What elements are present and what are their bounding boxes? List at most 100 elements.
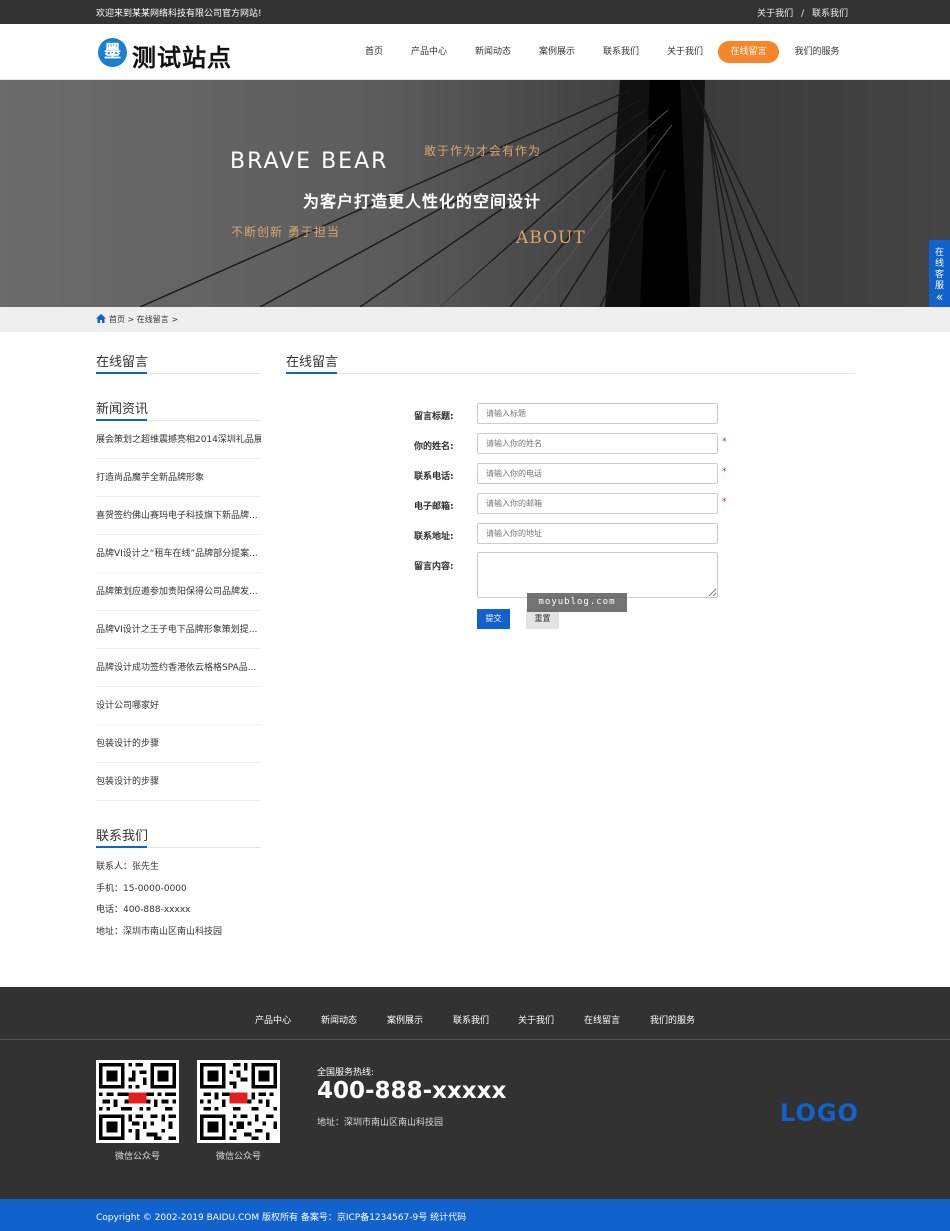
contact-address: 地址：深圳市南山区南山科技园 [96, 926, 223, 937]
contact-person: 联系人：张先生 [96, 862, 160, 872]
main-section-title: 在线留言 [286, 332, 855, 374]
news-item[interactable]: 品牌VI设计之王子电下品牌形象策划提... [96, 611, 261, 649]
top-links: 关于我们 / 联系我们 [757, 6, 848, 19]
banner-about: ABOUT [516, 228, 586, 248]
top-bar: 欢迎来到某某网络科技有限公司官方网站! 关于我们 / 联系我们 [0, 0, 950, 24]
nav-item-products[interactable]: 产品中心 [405, 41, 453, 63]
footer-nav-products[interactable]: 产品中心 [255, 1013, 291, 1026]
address-input[interactable] [477, 523, 718, 544]
nav-item-home[interactable]: 首页 [355, 41, 393, 63]
title-underline [96, 419, 147, 421]
page-title: 在线留言 [286, 355, 339, 370]
service-char-2: 线 [934, 259, 944, 269]
news-item[interactable]: 包装设计的步骤 [96, 725, 261, 763]
footer-nav-contact[interactable]: 联系我们 [453, 1013, 489, 1026]
main-nav: 首页 产品中心 新闻动态 案例展示 联系我们 关于我们 在线留言 我们的服务 [0, 41, 950, 63]
footer-logo[interactable]: LOGO [780, 1099, 859, 1127]
footer-nav-news[interactable]: 新闻动态 [321, 1013, 357, 1026]
reset-button[interactable]: 重置 [526, 609, 559, 629]
title-underline [96, 372, 147, 374]
nav-item-contact[interactable]: 联系我们 [597, 41, 645, 63]
nav-item-cases[interactable]: 案例展示 [533, 41, 581, 63]
footer-nav-message[interactable]: 在线留言 [584, 1013, 620, 1026]
nav-item-news[interactable]: 新闻动态 [469, 41, 517, 63]
copyright-text: Copyright © 2002-2019 BAIDU.COM 版权所有 备案号… [96, 1213, 467, 1223]
title-underline [286, 372, 337, 374]
email-label: 电子邮箱: [414, 502, 454, 512]
online-service-tab[interactable]: 在 线 客 服 « [929, 240, 950, 317]
sidebar: 在线留言 新闻资讯 展会策划之超维震撼亮相2014深圳礼品展 打造尚品魔芋全新品… [96, 332, 261, 943]
qr-caption-2: 微信公众号 [215, 1152, 261, 1162]
banner-english: BRAVE BEAR [230, 149, 389, 174]
hero-banner: BRAVE BEAR 敢于作为才会有作为 为客户打造更人性化的空间设计 不断创新… [0, 80, 950, 307]
breadcrumb-separator: > [127, 315, 135, 324]
qr-caption-1: 微信公众号 [114, 1152, 160, 1162]
title-label: 留言标题: [414, 412, 454, 422]
news-item[interactable]: 打造尚品魔芋全新品牌形象 [96, 459, 261, 497]
banner-slogan-top: 敢于作为才会有作为 [424, 144, 542, 158]
breadcrumb-home[interactable]: 首页 [109, 315, 125, 324]
copyright-bar: Copyright © 2002-2019 BAIDU.COM 版权所有 备案号… [0, 1199, 950, 1231]
nav-item-about[interactable]: 关于我们 [661, 41, 709, 63]
home-icon [96, 314, 106, 323]
top-link-about[interactable]: 关于我们 [757, 6, 793, 19]
footer-nav-about[interactable]: 关于我们 [518, 1013, 554, 1026]
news-item[interactable]: 包装设计的步骤 [96, 763, 261, 801]
name-input[interactable] [477, 433, 718, 454]
news-list: 展会策划之超维震撼亮相2014深圳礼品展 打造尚品魔芋全新品牌形象 喜贺签约佛山… [96, 421, 261, 801]
hotline-label: 全国服务热线: [317, 1068, 375, 1078]
welcome-text: 欢迎来到某某网络科技有限公司官方网站! [96, 9, 262, 19]
banner-slogan-bottom: 不断创新 勇于担当 [231, 225, 340, 239]
banner-main-line: 为客户打造更人性化的空间设计 [303, 192, 542, 211]
required-mark: * [722, 467, 727, 477]
qr-code-icon [200, 1063, 277, 1140]
content-textarea[interactable] [477, 552, 718, 598]
qr-code-1 [96, 1060, 179, 1143]
title-underline [96, 846, 147, 848]
hotline-number: 400-888-xxxxx [317, 1078, 507, 1104]
sidebar-section-title: 在线留言 [96, 332, 261, 374]
news-item[interactable]: 喜贺签约佛山赛玛电子科技旗下新品牌... [96, 497, 261, 535]
qr-code-icon [99, 1063, 176, 1140]
email-input[interactable] [477, 493, 718, 514]
news-title: 新闻资讯 [96, 379, 261, 421]
top-link-contact[interactable]: 联系我们 [812, 6, 848, 19]
sidebar-title-text: 在线留言 [96, 355, 149, 370]
required-mark: * [722, 497, 727, 507]
nav-item-message[interactable]: 在线留言 [718, 41, 779, 63]
name-label: 你的姓名: [414, 442, 454, 452]
news-item[interactable]: 品牌VI设计之“租车在线”品牌部分提案... [96, 535, 261, 573]
watermark: moyublog.com [527, 593, 627, 612]
site-footer: 产品中心 新闻动态 案例展示 联系我们 关于我们 在线留言 我们的服务 微信公众… [0, 987, 950, 1199]
top-link-separator: / [801, 9, 805, 19]
address-label: 联系地址: [414, 532, 454, 542]
news-item[interactable]: 品牌策划应邀参加贵阳保得公司品牌发... [96, 573, 261, 611]
required-mark: * [722, 437, 727, 447]
footer-nav: 产品中心 新闻动态 案例展示 联系我们 关于我们 在线留言 我们的服务 [0, 987, 950, 1040]
service-char-3: 客 [934, 270, 944, 280]
news-item[interactable]: 设计公司哪家好 [96, 687, 261, 725]
contact-title: 联系我们 [96, 806, 261, 848]
footer-nav-cases[interactable]: 案例展示 [387, 1013, 423, 1026]
submit-button[interactable]: 提交 [477, 609, 510, 629]
footer-address: 地址：深圳市南山区南山科技园 [317, 1118, 444, 1128]
title-input[interactable] [477, 403, 718, 424]
phone-input[interactable] [477, 463, 718, 484]
site-header: 墨 测试站点 首页 产品中心 新闻动态 案例展示 联系我们 关于我们 在线留言 … [0, 24, 950, 80]
qr-code-2 [197, 1060, 280, 1143]
breadcrumb-trail: > [171, 315, 179, 324]
service-char-1: 在 [934, 248, 944, 258]
contact-title-text: 联系我们 [96, 829, 149, 844]
contact-info: 联系人：张先生 手机：15-0000-0000 电话：400-888-xxxxx… [96, 848, 261, 943]
news-item[interactable]: 品牌设计成功签约香港依云格格SPA品... [96, 649, 261, 687]
news-item[interactable]: 展会策划之超维震撼亮相2014深圳礼品展 [96, 421, 261, 459]
footer-nav-services[interactable]: 我们的服务 [650, 1013, 695, 1026]
contact-mobile: 手机：15-0000-0000 [96, 883, 187, 894]
contact-phone: 电话：400-888-xxxxx [96, 905, 191, 915]
breadcrumb-current[interactable]: 在线留言 [137, 315, 169, 324]
phone-label: 联系电话: [414, 472, 454, 482]
content-label: 留言内容: [414, 562, 454, 572]
nav-item-services[interactable]: 我们的服务 [790, 41, 844, 63]
double-chevron-left-icon: « [935, 290, 944, 304]
news-title-text: 新闻资讯 [96, 402, 149, 417]
